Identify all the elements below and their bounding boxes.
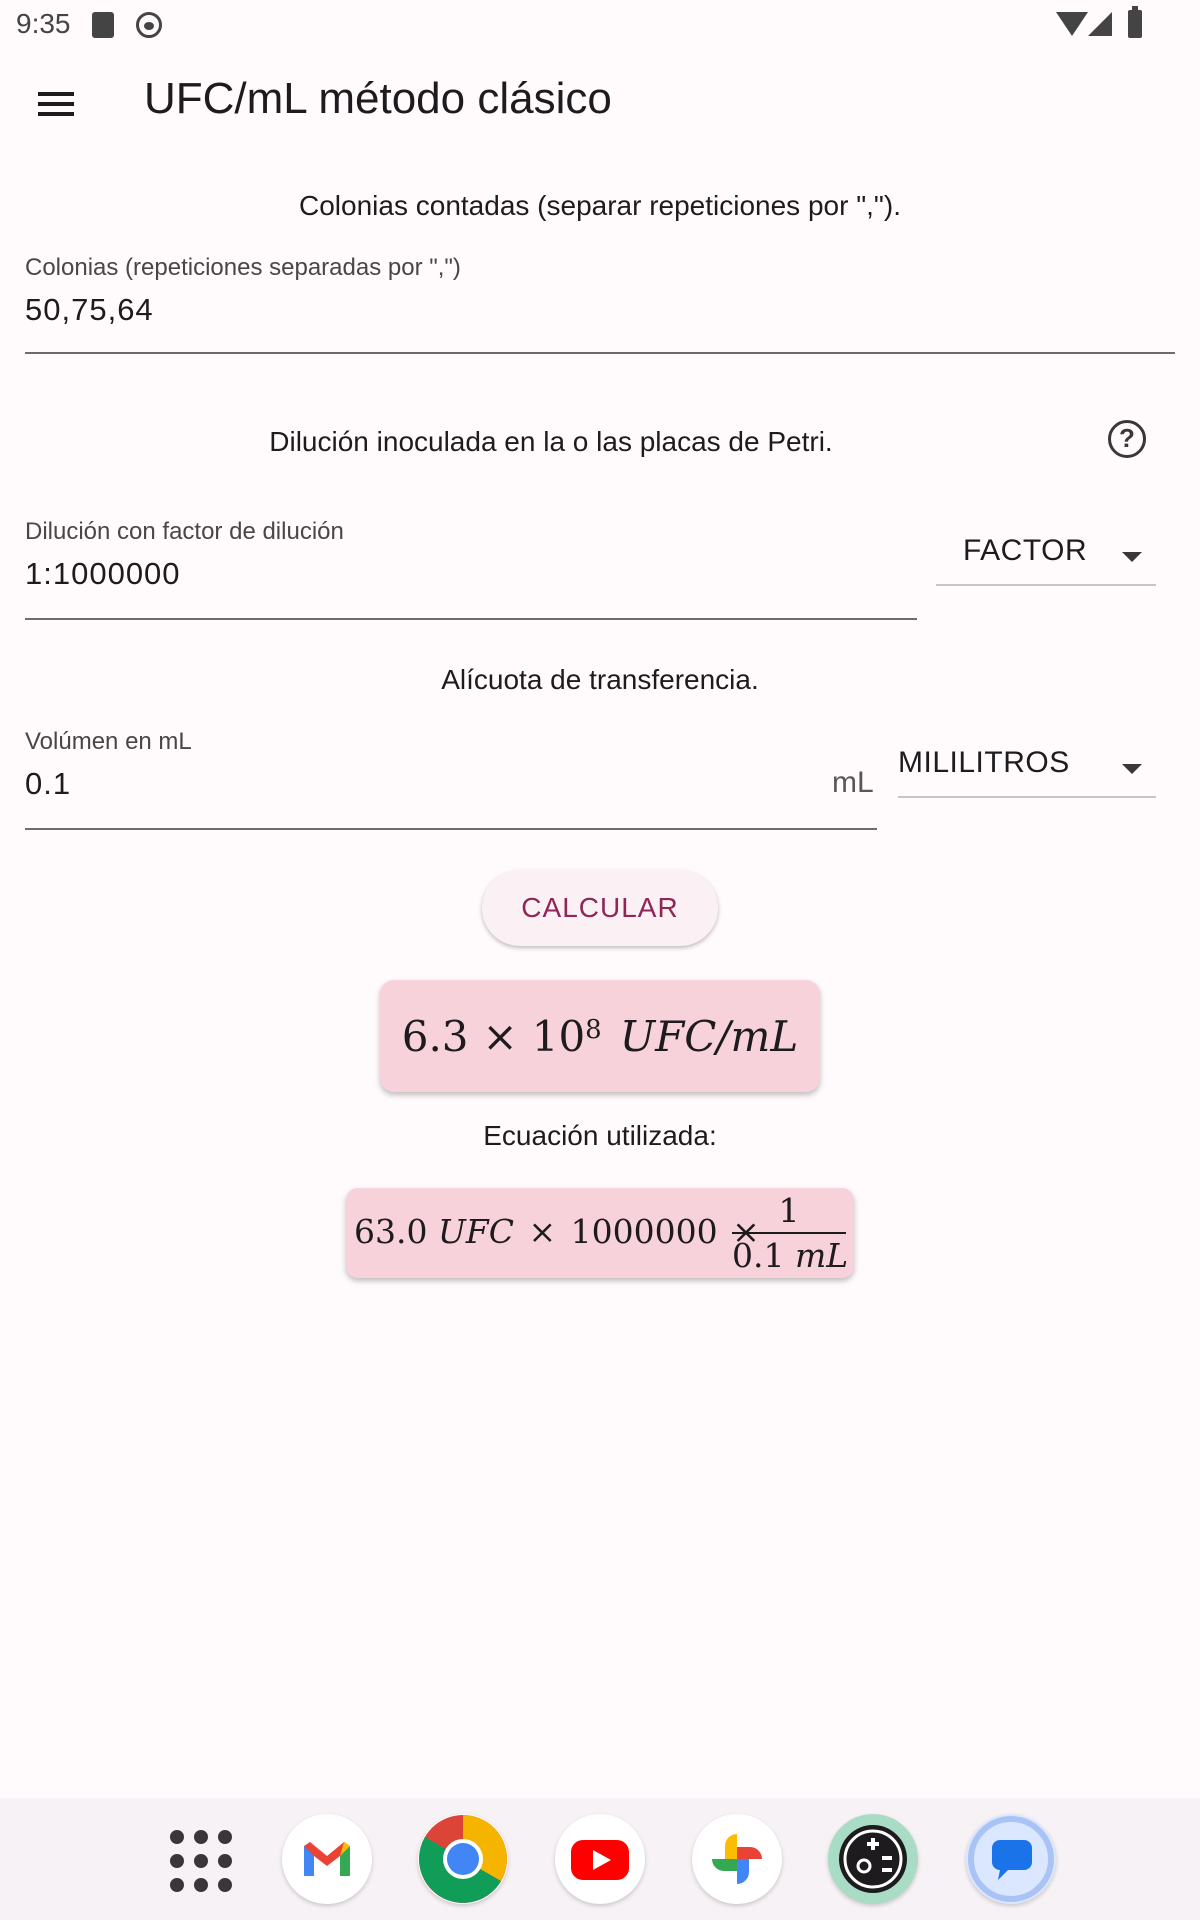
equation-mean-colonies: 63.0: [354, 1212, 428, 1251]
colonies-section-label: Colonias contadas (separar repeticiones …: [299, 190, 901, 221]
dilution-type-selected: FACTOR: [963, 534, 1088, 567]
equation-numerator: 1: [778, 1191, 800, 1230]
colonies-input[interactable]: [25, 290, 1175, 330]
equation-colony-unit: UFC: [437, 1212, 514, 1251]
dilution-field-label: Dilución con factor de dilución: [25, 518, 344, 545]
equation-fraction: 1 0.1 mL: [732, 1191, 849, 1276]
settings-app-icon[interactable]: [828, 1814, 918, 1904]
result-times: ×: [482, 1011, 518, 1061]
cell-signal-icon: [1088, 12, 1112, 36]
chevron-down-icon: [1122, 552, 1142, 562]
volume-unit-suffix: mL: [832, 766, 874, 799]
help-icon[interactable]: ?: [1108, 420, 1146, 458]
aliquot-section-label: Alícuota de transferencia.: [441, 664, 759, 695]
colonies-field-label: Colonias (repeticiones separadas por ","…: [25, 254, 461, 281]
volume-unit-dropdown[interactable]: MILILITROS: [898, 742, 1156, 798]
equation-times: ×: [528, 1212, 557, 1251]
fraction-bar: [732, 1232, 846, 1234]
equation-denominator-wrap: 0.1 mL: [732, 1236, 849, 1276]
notification-cat-icon: [136, 12, 162, 38]
result-exponent: 8: [585, 1015, 602, 1045]
volume-input[interactable]: [25, 764, 805, 804]
messages-icon[interactable]: [966, 1814, 1056, 1904]
chrome-icon[interactable]: [418, 1814, 508, 1904]
equation-volume-unit: mL: [794, 1236, 849, 1275]
equation-display: 63.0 UFC × 1000000 × 1 0.1 mL: [346, 1188, 854, 1278]
result-base: 10: [531, 1011, 586, 1061]
sd-card-icon: [92, 12, 114, 38]
wifi-icon: [1056, 12, 1088, 36]
volume-unit-selected: MILILITROS: [898, 746, 1070, 779]
gmail-icon[interactable]: [282, 1814, 372, 1904]
battery-icon: [1128, 6, 1142, 38]
page-title: UFC/mL método clásico: [144, 74, 612, 123]
result-mantissa: 6.3: [401, 1011, 469, 1061]
menu-icon[interactable]: [36, 90, 76, 118]
dilution-section-label: Dilución inoculada en la o las placas de…: [269, 426, 833, 457]
status-time: 9:35: [16, 8, 71, 39]
calculate-button[interactable]: CALCULAR: [482, 870, 718, 946]
equation-label: Ecuación utilizada:: [483, 1120, 717, 1151]
google-photos-icon[interactable]: [692, 1814, 782, 1904]
equation-denominator: 0.1: [732, 1236, 785, 1275]
dilution-input-underline: [25, 618, 917, 620]
app-drawer-icon[interactable]: [170, 1830, 232, 1892]
result-display: 6.3 × 10 8 UFC/mL: [380, 980, 820, 1092]
dilution-input[interactable]: [25, 554, 915, 594]
status-bar: 9:35: [0, 0, 1200, 52]
result-unit: UFC/mL: [619, 1011, 799, 1061]
volume-input-underline: [25, 828, 877, 830]
dilution-type-dropdown[interactable]: FACTOR: [936, 530, 1156, 586]
aliquot-field-label: Volúmen en mL: [25, 728, 192, 755]
colonies-input-underline: [25, 352, 1175, 354]
chevron-down-icon: [1122, 764, 1142, 774]
youtube-icon[interactable]: [555, 1814, 645, 1904]
equation-dilution-factor: 1000000: [570, 1212, 718, 1251]
